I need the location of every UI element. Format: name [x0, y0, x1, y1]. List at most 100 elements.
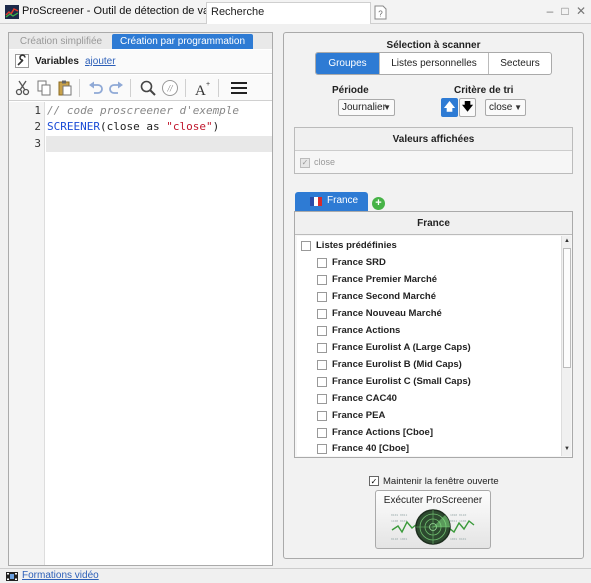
list-item-checkbox[interactable] — [317, 377, 327, 387]
wrench-icon — [15, 54, 29, 68]
selection-title: Sélection à scanner — [386, 40, 481, 51]
code-editor-panel: Création simplifiée Création par program… — [8, 32, 273, 566]
list-item[interactable]: France SRD — [297, 256, 561, 271]
code-comment: // code proscreener d'exemple — [47, 104, 240, 117]
toolbar-divider — [130, 79, 131, 97]
scroll-down-icon[interactable]: ▼ — [562, 444, 572, 454]
list-item-label: France Actions [Cboe] — [332, 427, 433, 438]
list-item-checkbox[interactable] — [317, 309, 327, 319]
help-icon[interactable]: ? — [374, 5, 387, 20]
list-item[interactable]: France Second Marché — [297, 290, 561, 305]
list-item-checkbox[interactable] — [317, 428, 327, 438]
list-item-label: France Eurolist B (Mid Caps) — [332, 359, 462, 370]
font-size-icon[interactable]: A + — [194, 79, 212, 97]
editor-toolbar: // A + — [9, 75, 272, 101]
svg-text:1010 0110: 1010 0110 — [450, 513, 466, 517]
title-bar: ProScreener - Outil de détection de vale… — [0, 0, 591, 24]
selection-panel: Sélection à scanner Groupes Listes perso… — [283, 32, 584, 559]
list-item-checkbox[interactable] — [317, 292, 327, 302]
radar-icon: 0101 0011 1100 0101 0110 1001 1010 0110 00… — [391, 509, 475, 545]
tab-programming-creation[interactable]: Création par programmation — [112, 34, 253, 49]
list-item-label: France Second Marché — [332, 291, 437, 302]
video-training-link[interactable]: Formations vidéo — [22, 570, 99, 581]
list-item[interactable]: France Eurolist B (Mid Caps) — [297, 358, 561, 373]
copy-icon[interactable] — [35, 79, 53, 97]
segment-personal-lists[interactable]: Listes personnelles — [380, 53, 489, 74]
period-label: Période — [332, 85, 369, 96]
search-icon[interactable] — [139, 79, 157, 97]
minimize-icon[interactable]: – — [543, 4, 557, 18]
predefined-lists: Listes prédéfinies France SRD France Pre… — [297, 236, 561, 456]
creation-mode-tabs: Création simplifiée Création par program… — [9, 33, 272, 49]
list-item[interactable]: France Premier Marché — [297, 273, 561, 288]
list-item-checkbox[interactable] — [317, 326, 327, 336]
add-variable-link[interactable]: ajouter — [85, 56, 116, 67]
segment-sectors[interactable]: Secteurs — [489, 53, 551, 74]
svg-text:?: ? — [378, 10, 383, 19]
list-item-checkbox[interactable] — [317, 394, 327, 404]
list-item[interactable]: France Actions — [297, 324, 561, 339]
toolbar-divider — [79, 79, 80, 97]
cut-icon[interactable] — [14, 79, 32, 97]
tab-france[interactable]: France — [295, 192, 368, 211]
list-item-checkbox[interactable] — [317, 258, 327, 268]
menu-icon[interactable] — [230, 79, 248, 97]
list-item[interactable]: France Actions [Cboe] — [297, 426, 561, 441]
close-icon[interactable]: ✕ — [574, 4, 588, 18]
close-value-label: close — [314, 157, 336, 167]
variables-bar: Variables ajouter — [9, 50, 272, 74]
toolbar-divider — [185, 79, 186, 97]
sort-ascending-button[interactable]: 🡅 — [441, 98, 458, 117]
svg-text:0101 0011: 0101 0011 — [391, 513, 407, 517]
list-item[interactable]: France Eurolist C (Small Caps) — [297, 375, 561, 390]
search-input[interactable]: Recherche — [206, 2, 371, 24]
toolbar-divider — [218, 79, 219, 97]
list-item-checkbox[interactable] — [317, 343, 327, 353]
period-select[interactable]: Journalier ▼ — [338, 99, 395, 116]
redo-icon[interactable] — [107, 79, 125, 97]
list-item[interactable]: France PEA — [297, 409, 561, 424]
code-line: SCREENER(close as "close") — [47, 120, 219, 133]
displayed-values-title: Valeurs affichées — [295, 128, 572, 151]
list-group-row[interactable]: Listes prédéfinies — [297, 239, 561, 254]
list-group-checkbox[interactable] — [301, 241, 311, 251]
svg-text:0110 1001: 0110 1001 — [391, 537, 407, 541]
list-item-checkbox[interactable] — [317, 275, 327, 285]
chevron-down-icon: ▼ — [514, 103, 522, 112]
list-item[interactable]: France 40 [Cboe] — [297, 442, 561, 456]
add-tab-icon[interactable]: + — [372, 197, 385, 210]
list-item-label: France PEA — [332, 410, 386, 421]
list-scrollbar[interactable]: ▲ ▼ — [561, 236, 571, 456]
keep-window-open-checkbox[interactable]: ✓ — [369, 476, 379, 486]
list-item-label: France CAC40 — [332, 393, 397, 404]
tab-simple-creation[interactable]: Création simplifiée — [11, 34, 111, 49]
maximize-icon[interactable]: □ — [558, 4, 572, 18]
market-box-title: France — [295, 212, 572, 235]
variables-label: Variables — [35, 56, 79, 67]
scroll-up-icon[interactable]: ▲ — [562, 236, 572, 246]
code-keyword: SCREENER — [47, 120, 100, 133]
list-item[interactable]: France CAC40 — [297, 392, 561, 407]
paste-icon[interactable] — [56, 79, 74, 97]
undo-icon[interactable] — [87, 79, 105, 97]
line-number: 1 — [34, 104, 41, 117]
list-item-checkbox[interactable] — [317, 444, 327, 454]
sort-descending-button[interactable]: 🡇 — [459, 98, 476, 117]
list-item-label: France Eurolist C (Small Caps) — [332, 376, 471, 387]
app-icon — [5, 5, 19, 19]
sort-criterion-select[interactable]: close ▼ — [485, 99, 526, 116]
segment-groups[interactable]: Groupes — [316, 53, 380, 74]
code-editor[interactable]: 1 2 3 // code proscreener d'exemple SCRE… — [9, 102, 272, 565]
svg-text:1100 0101: 1100 0101 — [391, 519, 407, 523]
scrollbar-thumb[interactable] — [563, 248, 571, 368]
market-list-box: France Listes prédéfinies France SRD Fra… — [294, 211, 573, 458]
code-string: "close" — [166, 120, 213, 133]
svg-text:+: + — [206, 81, 210, 88]
run-proscreener-button[interactable]: Exécuter ProScreener 0101 0011 1100 0101 … — [375, 490, 491, 549]
list-item-checkbox[interactable] — [317, 360, 327, 370]
list-item[interactable]: France Nouveau Marché — [297, 307, 561, 322]
list-item[interactable]: France Eurolist A (Large Caps) — [297, 341, 561, 356]
comment-icon[interactable]: // — [161, 79, 179, 97]
code-text: ) — [212, 120, 220, 133]
list-item-checkbox[interactable] — [317, 411, 327, 421]
